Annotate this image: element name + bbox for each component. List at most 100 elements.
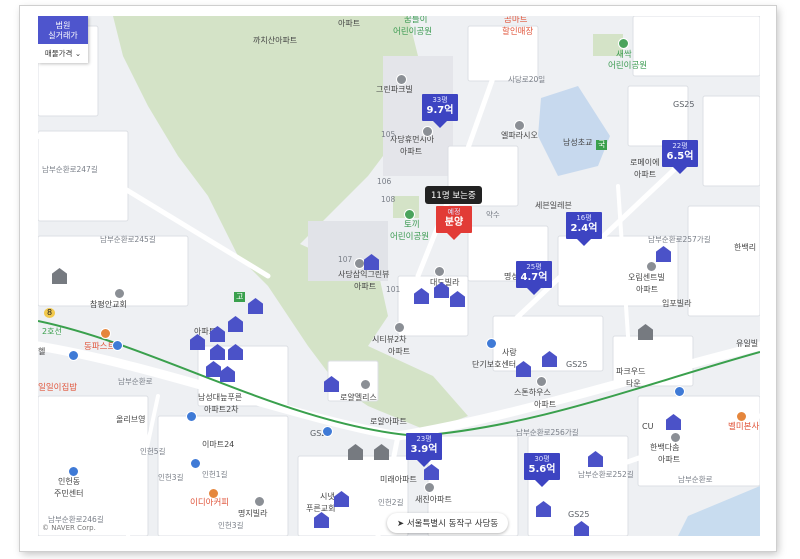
map-label: 주민센터 <box>54 489 84 498</box>
government-poi[interactable] <box>68 466 79 477</box>
map-label: 세븐일레븐 <box>535 201 572 210</box>
building-poi[interactable] <box>434 266 445 277</box>
map-label: 남부순환로 <box>118 377 153 386</box>
map-label: 유일빌 <box>736 339 759 348</box>
building-poi[interactable] <box>254 496 265 507</box>
map-label: 남부순환로256가길 <box>516 428 579 437</box>
care-center-poi[interactable] <box>486 338 497 349</box>
map-label: 사당휴먼시아 <box>390 135 435 144</box>
map-label: 단기보호센터 <box>472 360 517 369</box>
map-label: GS25 <box>568 510 590 519</box>
map-label: 아파트 <box>534 400 557 409</box>
map-label: 남부순환로245길 <box>100 235 156 244</box>
map-label: 사랑 <box>502 348 517 357</box>
map-label: 엘파라시오 <box>501 131 538 140</box>
map-view[interactable]: 아파트 까치산아파트 꿈틀이 어린이공원 곰마트 할인매장 새싹 어린이공원 사… <box>38 16 760 536</box>
map-label: 인헌3길 <box>158 473 184 482</box>
map-label: 남부순환로246길 <box>48 515 104 524</box>
transaction-price-toggle[interactable]: 범원 실거래가 <box>38 16 88 45</box>
map-label: 로얄멜리스 <box>340 393 377 402</box>
map-label: 파크우드 <box>616 367 646 376</box>
map-label: 108 <box>381 195 396 204</box>
price-marker[interactable]: 25평 4.7억 <box>516 261 552 295</box>
building-poi[interactable] <box>536 376 547 387</box>
address-bar[interactable]: ➤ 서울특별시 동작구 사당동 <box>387 513 509 533</box>
map-label: 남부순환로247길 <box>42 165 98 174</box>
map-label: 할인매장 <box>502 27 534 37</box>
map-label: CU <box>642 422 654 431</box>
map-label: 어린이공원 <box>608 61 648 71</box>
bus-stop-icon[interactable] <box>190 458 201 469</box>
bus-stop-icon[interactable] <box>112 340 123 351</box>
price-marker[interactable]: 22평 6.5억 <box>662 140 698 174</box>
presale-marker[interactable]: 예정 분양 <box>436 206 472 240</box>
building-poi[interactable] <box>670 432 681 443</box>
map-label: 로메이에 <box>630 158 660 167</box>
bus-stop-icon[interactable] <box>322 426 333 437</box>
park-poi[interactable] <box>618 38 629 49</box>
price-marker[interactable]: 33평 9.7억 <box>422 94 458 128</box>
map-label: 어린이공원 <box>390 232 430 242</box>
map-label: 인헌2길 <box>378 498 404 507</box>
shop-poi[interactable] <box>736 411 747 422</box>
map-label: 올리브영 <box>116 415 146 424</box>
map-frame: 아파트 까치산아파트 꿈틀이 어린이공원 곰마트 할인매장 새싹 어린이공원 사… <box>20 6 776 551</box>
map-label: 남성대늪푸른 <box>198 393 243 402</box>
map-label: GS25 <box>566 360 588 369</box>
map-label: 곰마트 <box>504 16 528 25</box>
map-label: 아파트2차 <box>204 405 239 414</box>
map-label: 참평안교회 <box>90 300 127 309</box>
map-label: 107 <box>338 255 353 264</box>
building-poi[interactable] <box>354 258 365 269</box>
map-label: 아파트 <box>400 147 423 156</box>
building-poi[interactable] <box>514 120 525 131</box>
map-label: 어린이공원 <box>393 27 433 37</box>
map-label: 아파트 <box>338 19 361 28</box>
map-label: 남부순환로252길 <box>578 470 634 479</box>
bus-stop-icon[interactable] <box>186 411 197 422</box>
building-poi[interactable] <box>114 288 125 299</box>
price-marker[interactable]: 30평 5.6억 <box>524 453 560 487</box>
chevron-down-icon: ⌄ <box>74 49 82 59</box>
address-text: 서울특별시 동작구 사당동 <box>406 519 499 529</box>
map-label: 토끼 <box>404 220 420 230</box>
building-poi[interactable] <box>394 322 405 333</box>
building-poi[interactable] <box>360 379 371 390</box>
map-label: 아파트 <box>354 282 377 291</box>
building-poi[interactable] <box>396 74 407 85</box>
map-label: 미래아파트 <box>380 475 417 484</box>
map-label: 로얄아파트 <box>370 417 407 426</box>
park-poi[interactable] <box>404 209 415 220</box>
map-label: 아파트 <box>658 455 681 464</box>
map-label: 새싹 <box>616 50 632 60</box>
metro-station-badge: 8 <box>44 308 56 318</box>
map-filter-panel: 범원 실거래가 매물가격 ⌄ <box>38 16 88 64</box>
map-label: 새진아파트 <box>415 495 452 504</box>
price-type-dropdown[interactable]: 매물가격 ⌄ <box>38 44 88 63</box>
map-label: 오림센트빌 <box>628 273 665 282</box>
map-label: 이마트24 <box>202 440 235 449</box>
map-label: 사당삼익그린뷰 <box>338 270 390 279</box>
restaurant-poi[interactable] <box>100 328 111 339</box>
map-label: 아파트 <box>634 170 657 179</box>
building-poi[interactable] <box>646 261 657 272</box>
map-label: 시티뷰2차 <box>372 335 407 344</box>
building-poi[interactable] <box>424 482 435 493</box>
map-label: 까치산아파트 <box>253 36 298 45</box>
map-label: 한백리 <box>734 243 757 252</box>
viewer-count-tooltip: 11명 보는중 <box>425 186 482 204</box>
map-label: 105 <box>381 130 396 139</box>
price-marker[interactable]: 16평 2.4억 <box>566 212 602 246</box>
bus-stop-icon[interactable] <box>68 350 79 361</box>
map-label: 이디아커피 <box>190 498 230 508</box>
price-marker[interactable]: 23평 3.9억 <box>406 433 442 467</box>
cafe-poi[interactable] <box>208 488 219 499</box>
bus-stop-icon[interactable] <box>674 386 685 397</box>
panel-title-line2: 실거래가 <box>48 30 78 40</box>
map-label: 타운 <box>626 379 641 388</box>
map-label: 아파트 <box>636 285 659 294</box>
flag-label: 국 <box>596 140 608 150</box>
map-label: 한백다솜 <box>650 443 680 452</box>
map-label: 인헌1길 <box>202 470 228 479</box>
map-label: 시냇 <box>320 492 335 501</box>
